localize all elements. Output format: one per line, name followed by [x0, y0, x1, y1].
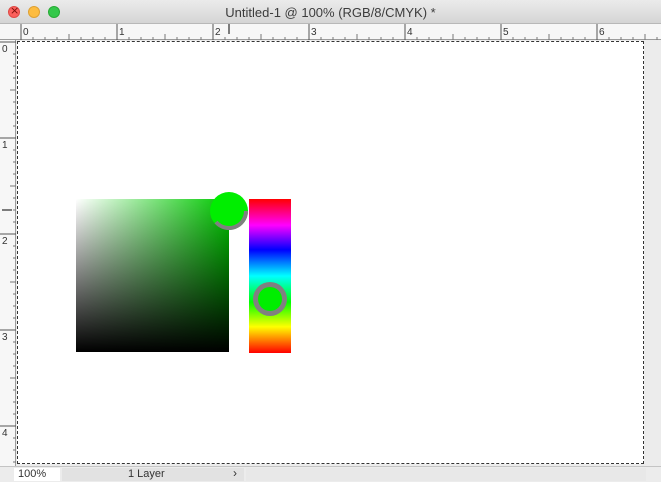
- vertical-ruler-ticks: 0 1 2 3 4: [0, 41, 16, 463]
- status-bar: 100% 1 Layer ›: [0, 466, 661, 482]
- ruler-label: 2: [2, 236, 8, 247]
- ruler-label: 5: [503, 27, 509, 38]
- ruler-label: 0: [2, 44, 8, 55]
- chevron-right-icon: ›: [233, 466, 237, 480]
- ruler-label: 4: [2, 428, 8, 439]
- zoom-level-field[interactable]: 100%: [14, 468, 60, 481]
- handle-ring-arc: [214, 210, 248, 230]
- ruler-label: 2: [215, 27, 221, 38]
- ruler-label: 6: [599, 27, 605, 38]
- horizontal-ruler-ticks: 0 1 2 3 4 5 6: [20, 24, 658, 40]
- horizontal-ruler[interactable]: 0 1 2 3 4 5 6: [0, 24, 661, 40]
- ruler-label: 3: [311, 27, 317, 38]
- vertical-ruler[interactable]: 0 1 2 3 4: [0, 40, 16, 466]
- document-info-menu[interactable]: 1 Layer ›: [62, 466, 244, 481]
- horizontal-scrollbar[interactable]: [246, 468, 646, 481]
- hue-slider-handle[interactable]: [251, 280, 289, 318]
- title-bar: Untitled-1 @ 100% (RGB/8/CMYK) *: [0, 0, 661, 24]
- window-title: Untitled-1 @ 100% (RGB/8/CMYK) *: [225, 5, 436, 20]
- resize-corner[interactable]: [646, 450, 661, 466]
- document-info-label: 1 Layer: [128, 468, 165, 480]
- saturation-value-square[interactable]: [76, 199, 229, 352]
- ruler-label: 1: [119, 27, 125, 38]
- ruler-label: 0: [23, 27, 29, 38]
- saturation-value-handle-ring: [214, 210, 248, 230]
- hue-handle-swatch: [258, 287, 282, 311]
- ruler-label: 4: [407, 27, 413, 38]
- hue-slider[interactable]: [249, 199, 291, 353]
- ruler-label: 1: [2, 140, 8, 151]
- ruler-label: 3: [2, 332, 8, 343]
